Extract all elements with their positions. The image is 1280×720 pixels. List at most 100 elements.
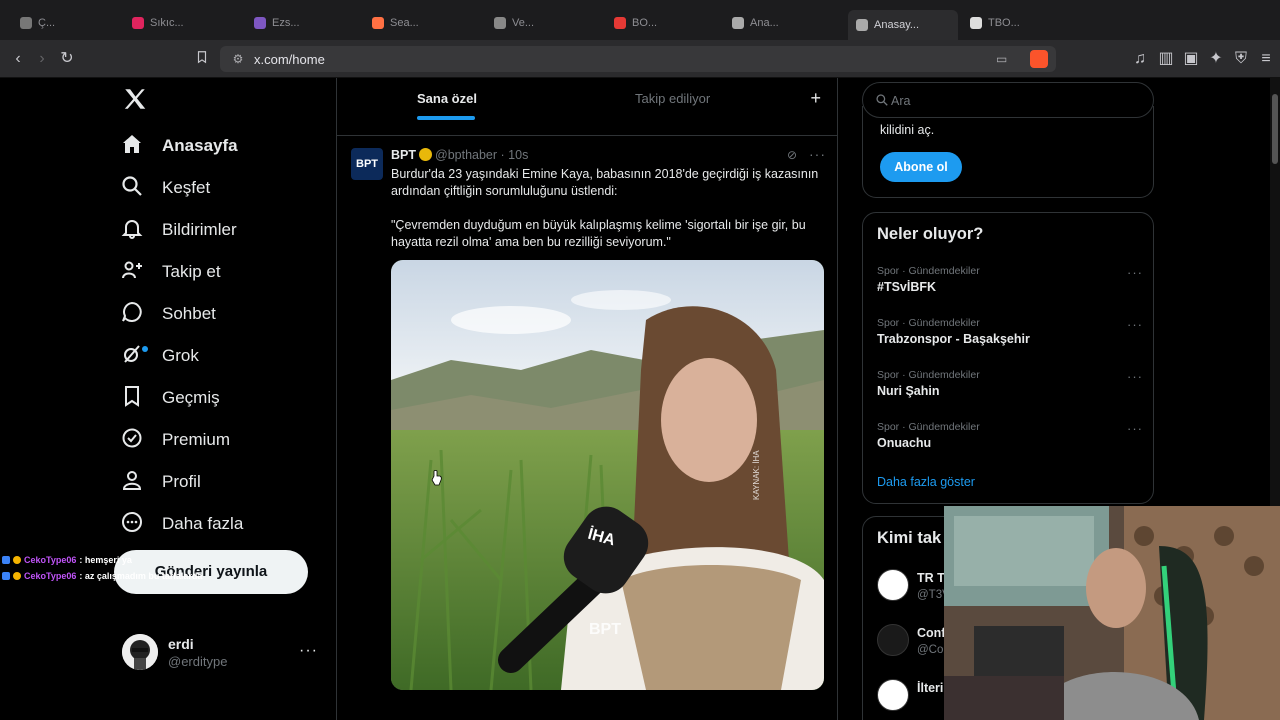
nav-item-label: Anasayfa <box>162 136 238 155</box>
search-icon <box>876 94 888 106</box>
show-more-link[interactable]: Daha fazla göster <box>877 475 975 489</box>
tweet-avatar[interactable]: BPT <box>351 148 383 180</box>
grok-explain-icon[interactable]: ⊘ <box>787 148 801 162</box>
nav-item-bildirimler[interactable]: Bildirimler <box>120 210 237 250</box>
reload-icon[interactable]: ↻ <box>57 49 77 69</box>
tab-label: Ana... <box>750 17 779 29</box>
active-tab-indicator <box>417 116 475 120</box>
trend-item[interactable]: Spor · Gündemdekiler #TSvİBFK ··· <box>877 265 1143 305</box>
suggestion-name: Conf <box>917 626 946 640</box>
left-navigation: Anasayfa Keşfet Bildirimler Takip et Sohbet G… <box>0 78 336 720</box>
search-box[interactable]: Ara <box>862 82 1154 118</box>
trend-more-icon[interactable]: ··· <box>1127 369 1143 384</box>
tab-favicon-icon <box>732 17 744 29</box>
bpt-watermark: BPT <box>589 621 621 638</box>
sidebar-icon[interactable]: ▥ <box>1156 49 1176 69</box>
tab-label: Sıkıc... <box>150 17 184 29</box>
trends-panel: Neler oluyor? Spor · Gündemdekiler #TSvİB… <box>862 212 1154 504</box>
trend-more-icon[interactable]: ··· <box>1127 317 1143 332</box>
subscribe-button[interactable]: Abone ol <box>880 152 962 182</box>
search-input[interactable]: Ara <box>891 94 910 108</box>
nav-item-profil[interactable]: Profil <box>120 462 201 502</box>
tweet-time[interactable]: · 10s <box>501 148 529 162</box>
nav-item-takip-et[interactable]: Takip et <box>120 252 221 292</box>
trend-title: Onuachu <box>877 436 932 450</box>
site-settings-icon[interactable]: ⚙ <box>230 51 246 67</box>
menu-icon[interactable]: ≡ <box>1256 49 1276 69</box>
address-bar[interactable]: ⚙ x.com/home ▭ <box>220 46 1056 72</box>
browser-toolbar: ‹ › ↻ ⚙ x.com/home ▭ ♫ ▥ ▣ ✦ ⛨ ≡ <box>0 40 1280 78</box>
chat-badge-icon <box>2 572 10 580</box>
nav-item-premium[interactable]: Premium <box>120 420 230 460</box>
nav-item-ke-fet[interactable]: Keşfet <box>120 168 210 208</box>
browser-tab[interactable]: Ç... <box>20 12 116 34</box>
nav-item-label: Profil <box>162 472 201 491</box>
chat-badge-icon <box>13 556 21 564</box>
nav-item-label: Geçmiş <box>162 388 220 407</box>
leo-ai-icon[interactable]: ✦ <box>1206 49 1226 69</box>
mouse-cursor-icon <box>431 470 442 486</box>
browser-tab[interactable]: Anasay... <box>848 10 958 40</box>
avatar[interactable] <box>877 624 909 656</box>
browser-tab[interactable]: BO... <box>614 12 710 34</box>
chat-icon <box>120 300 144 329</box>
tweet-video[interactable]: İHA BPT KAYNAK: İHA <box>391 260 824 690</box>
bell-icon <box>120 216 144 245</box>
bookmark-page-icon[interactable] <box>192 49 212 69</box>
avatar[interactable] <box>877 679 909 711</box>
suggestion-name: İlteri <box>917 681 944 695</box>
browser-tab[interactable]: Sıkıc... <box>132 12 228 34</box>
nav-item-ge-mi-[interactable]: Geçmiş <box>120 378 220 418</box>
account-switcher[interactable]: erdi @erditype ··· <box>122 632 328 672</box>
add-tab-icon[interactable]: + <box>810 88 821 109</box>
tab-favicon-icon <box>20 17 32 29</box>
tweet-text: Burdur'da 23 yaşındaki Emine Kaya, babas… <box>391 167 819 249</box>
main-feed: Sana özel Takip ediliyor + BPT BPT @bptha… <box>336 78 838 720</box>
forward-icon[interactable]: › <box>32 49 52 69</box>
chat-badge-icon <box>2 556 10 564</box>
nav-item-sohbet[interactable]: Sohbet <box>120 294 216 334</box>
tab-following[interactable]: Takip ediliyor <box>635 91 710 106</box>
trend-item[interactable]: Spor · Gündemdekiler Nuri Şahin ··· <box>877 369 1143 409</box>
browser-tab[interactable]: TBO... <box>970 12 1066 34</box>
url-text[interactable]: x.com/home <box>254 52 325 67</box>
tweet-author-handle[interactable]: @bpthaber <box>435 148 497 162</box>
tab-favicon-icon <box>372 17 384 29</box>
chat-username: CekoType06 <box>24 571 77 581</box>
browser-tab[interactable]: Ezs... <box>254 12 350 34</box>
source-caption: KAYNAK: İHA <box>752 450 761 500</box>
bookmark-icon <box>120 384 144 413</box>
x-logo-icon[interactable] <box>122 86 148 112</box>
tweet-author-name[interactable]: BPT <box>391 148 416 162</box>
trend-item[interactable]: Spor · Gündemdekiler Onuachu ··· <box>877 421 1143 461</box>
wallet-icon[interactable]: ▣ <box>1181 49 1201 69</box>
nav-item-label: Takip et <box>162 262 221 281</box>
cast-icon[interactable]: ▭ <box>996 51 1012 67</box>
vpn-shield-icon[interactable]: ⛨ <box>1231 49 1251 69</box>
music-icon[interactable]: ♫ <box>1130 49 1150 69</box>
tab-for-you[interactable]: Sana özel <box>417 91 477 106</box>
nav-item-daha-fazla[interactable]: Daha fazla <box>120 504 243 544</box>
scrollbar-thumb[interactable] <box>1272 94 1278 164</box>
tweet-header: BPT @bpthaber · 10s <box>391 148 528 162</box>
browser-tab[interactable]: Ana... <box>732 12 828 34</box>
browser-tab[interactable]: Ve... <box>494 12 590 34</box>
trend-item[interactable]: Spor · Gündemdekiler Trabzonspor - Başakş… <box>877 317 1143 357</box>
tweet-more-icon[interactable]: ··· <box>809 146 826 162</box>
feed-tabs: Sana özel Takip ediliyor + <box>337 78 837 136</box>
browser-tab[interactable]: Sea... <box>372 12 468 34</box>
trend-more-icon[interactable]: ··· <box>1127 265 1143 280</box>
user-display-name: erdi <box>168 636 194 652</box>
back-icon[interactable]: ‹ <box>8 49 28 69</box>
tab-label: TBO... <box>988 17 1020 29</box>
nav-item-grok[interactable]: Grok <box>120 336 199 376</box>
tab-favicon-icon <box>970 17 982 29</box>
nav-item-anasayfa[interactable]: Anasayfa <box>120 126 238 166</box>
more-dots-icon[interactable]: ··· <box>299 642 318 660</box>
nav-item-label: Sohbet <box>162 304 216 323</box>
avatar[interactable] <box>877 569 909 601</box>
trend-more-icon[interactable]: ··· <box>1127 421 1143 436</box>
brave-shields-icon[interactable] <box>1030 50 1048 68</box>
nav-item-label: Grok <box>162 346 199 365</box>
trend-category: Spor · Gündemdekiler <box>877 421 980 433</box>
